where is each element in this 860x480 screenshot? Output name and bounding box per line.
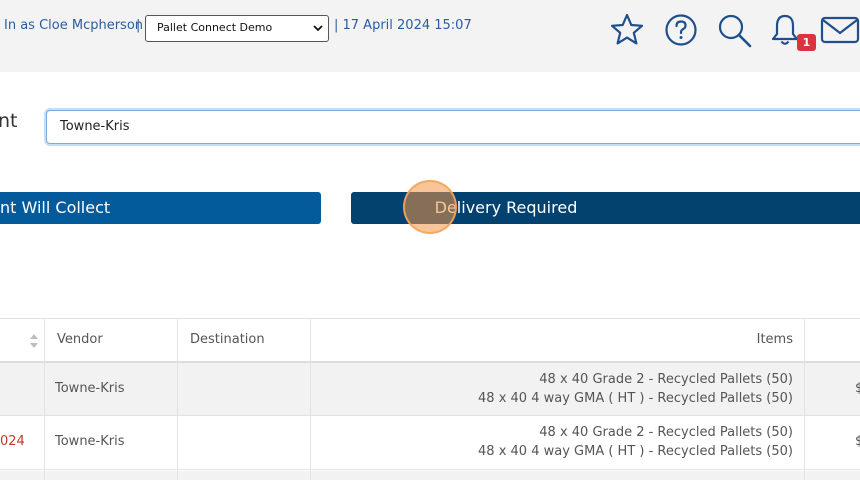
item-line: 48 x 40 4 way GMA ( HT ) - Recycled Pall… (478, 444, 793, 459)
client-input[interactable]: Towne-Kris (46, 110, 860, 144)
column-divider (44, 318, 45, 480)
logged-in-user: In as Cloe Mcpherson (4, 18, 144, 33)
price-cell: $ (855, 434, 860, 449)
table-header: Vendor Destination Items (0, 318, 860, 363)
header-destination[interactable]: Destination (190, 332, 265, 347)
column-divider (310, 318, 311, 480)
items-cell: 48 x 40 Grade 2 - Recycled Pallets (50) … (478, 370, 793, 408)
sort-icon[interactable] (29, 333, 39, 349)
client-will-collect-button[interactable]: nt Will Collect (0, 192, 321, 224)
vendor-cell: Towne-Kris (55, 434, 125, 449)
organization-select[interactable]: Pallet Connect Demo (145, 15, 329, 42)
item-line: 48 x 40 Grade 2 - Recycled Pallets (50) (539, 425, 793, 440)
price-cell: $ (855, 381, 860, 396)
table-row[interactable]: Towne-Kris 48 x 40 Grade 2 - Recycled Pa… (0, 363, 860, 416)
notification-badge: 1 (797, 34, 816, 51)
organization-select-value: Pallet Connect Demo (157, 21, 273, 34)
item-line: 48 x 40 Grade 2 - Recycled Pallets (50) (539, 372, 793, 387)
client-input-value: Towne-Kris (60, 119, 130, 134)
click-indicator (403, 180, 457, 234)
item-line: 48 x 40 4 way GMA ( HT ) - Recycled Pall… (478, 391, 793, 406)
search-icon[interactable] (716, 12, 752, 48)
top-bar: In as Cloe Mcpherson | Pallet Connect De… (0, 0, 860, 72)
current-datetime: | 17 April 2024 15:07 (334, 18, 472, 33)
chevron-down-icon (313, 25, 323, 32)
column-divider (177, 318, 178, 480)
star-icon[interactable] (609, 12, 645, 48)
mail-icon[interactable] (820, 12, 860, 48)
items-cell: 48 x 40 Grade 2 - Recycled Pallets (50) … (478, 423, 793, 461)
header-items[interactable]: Items (757, 332, 793, 347)
column-divider (804, 318, 805, 480)
table-row[interactable]: 024 Towne-Kris 48 x 40 Grade 2 - Recycle… (0, 417, 860, 470)
client-label: nt (0, 110, 18, 132)
header-vendor[interactable]: Vendor (57, 332, 103, 347)
separator: | (136, 18, 141, 33)
vendor-cell: Towne-Kris (55, 381, 125, 396)
date-cell: 024 (0, 434, 25, 449)
table-row[interactable] (0, 471, 860, 480)
help-icon[interactable] (663, 12, 699, 48)
